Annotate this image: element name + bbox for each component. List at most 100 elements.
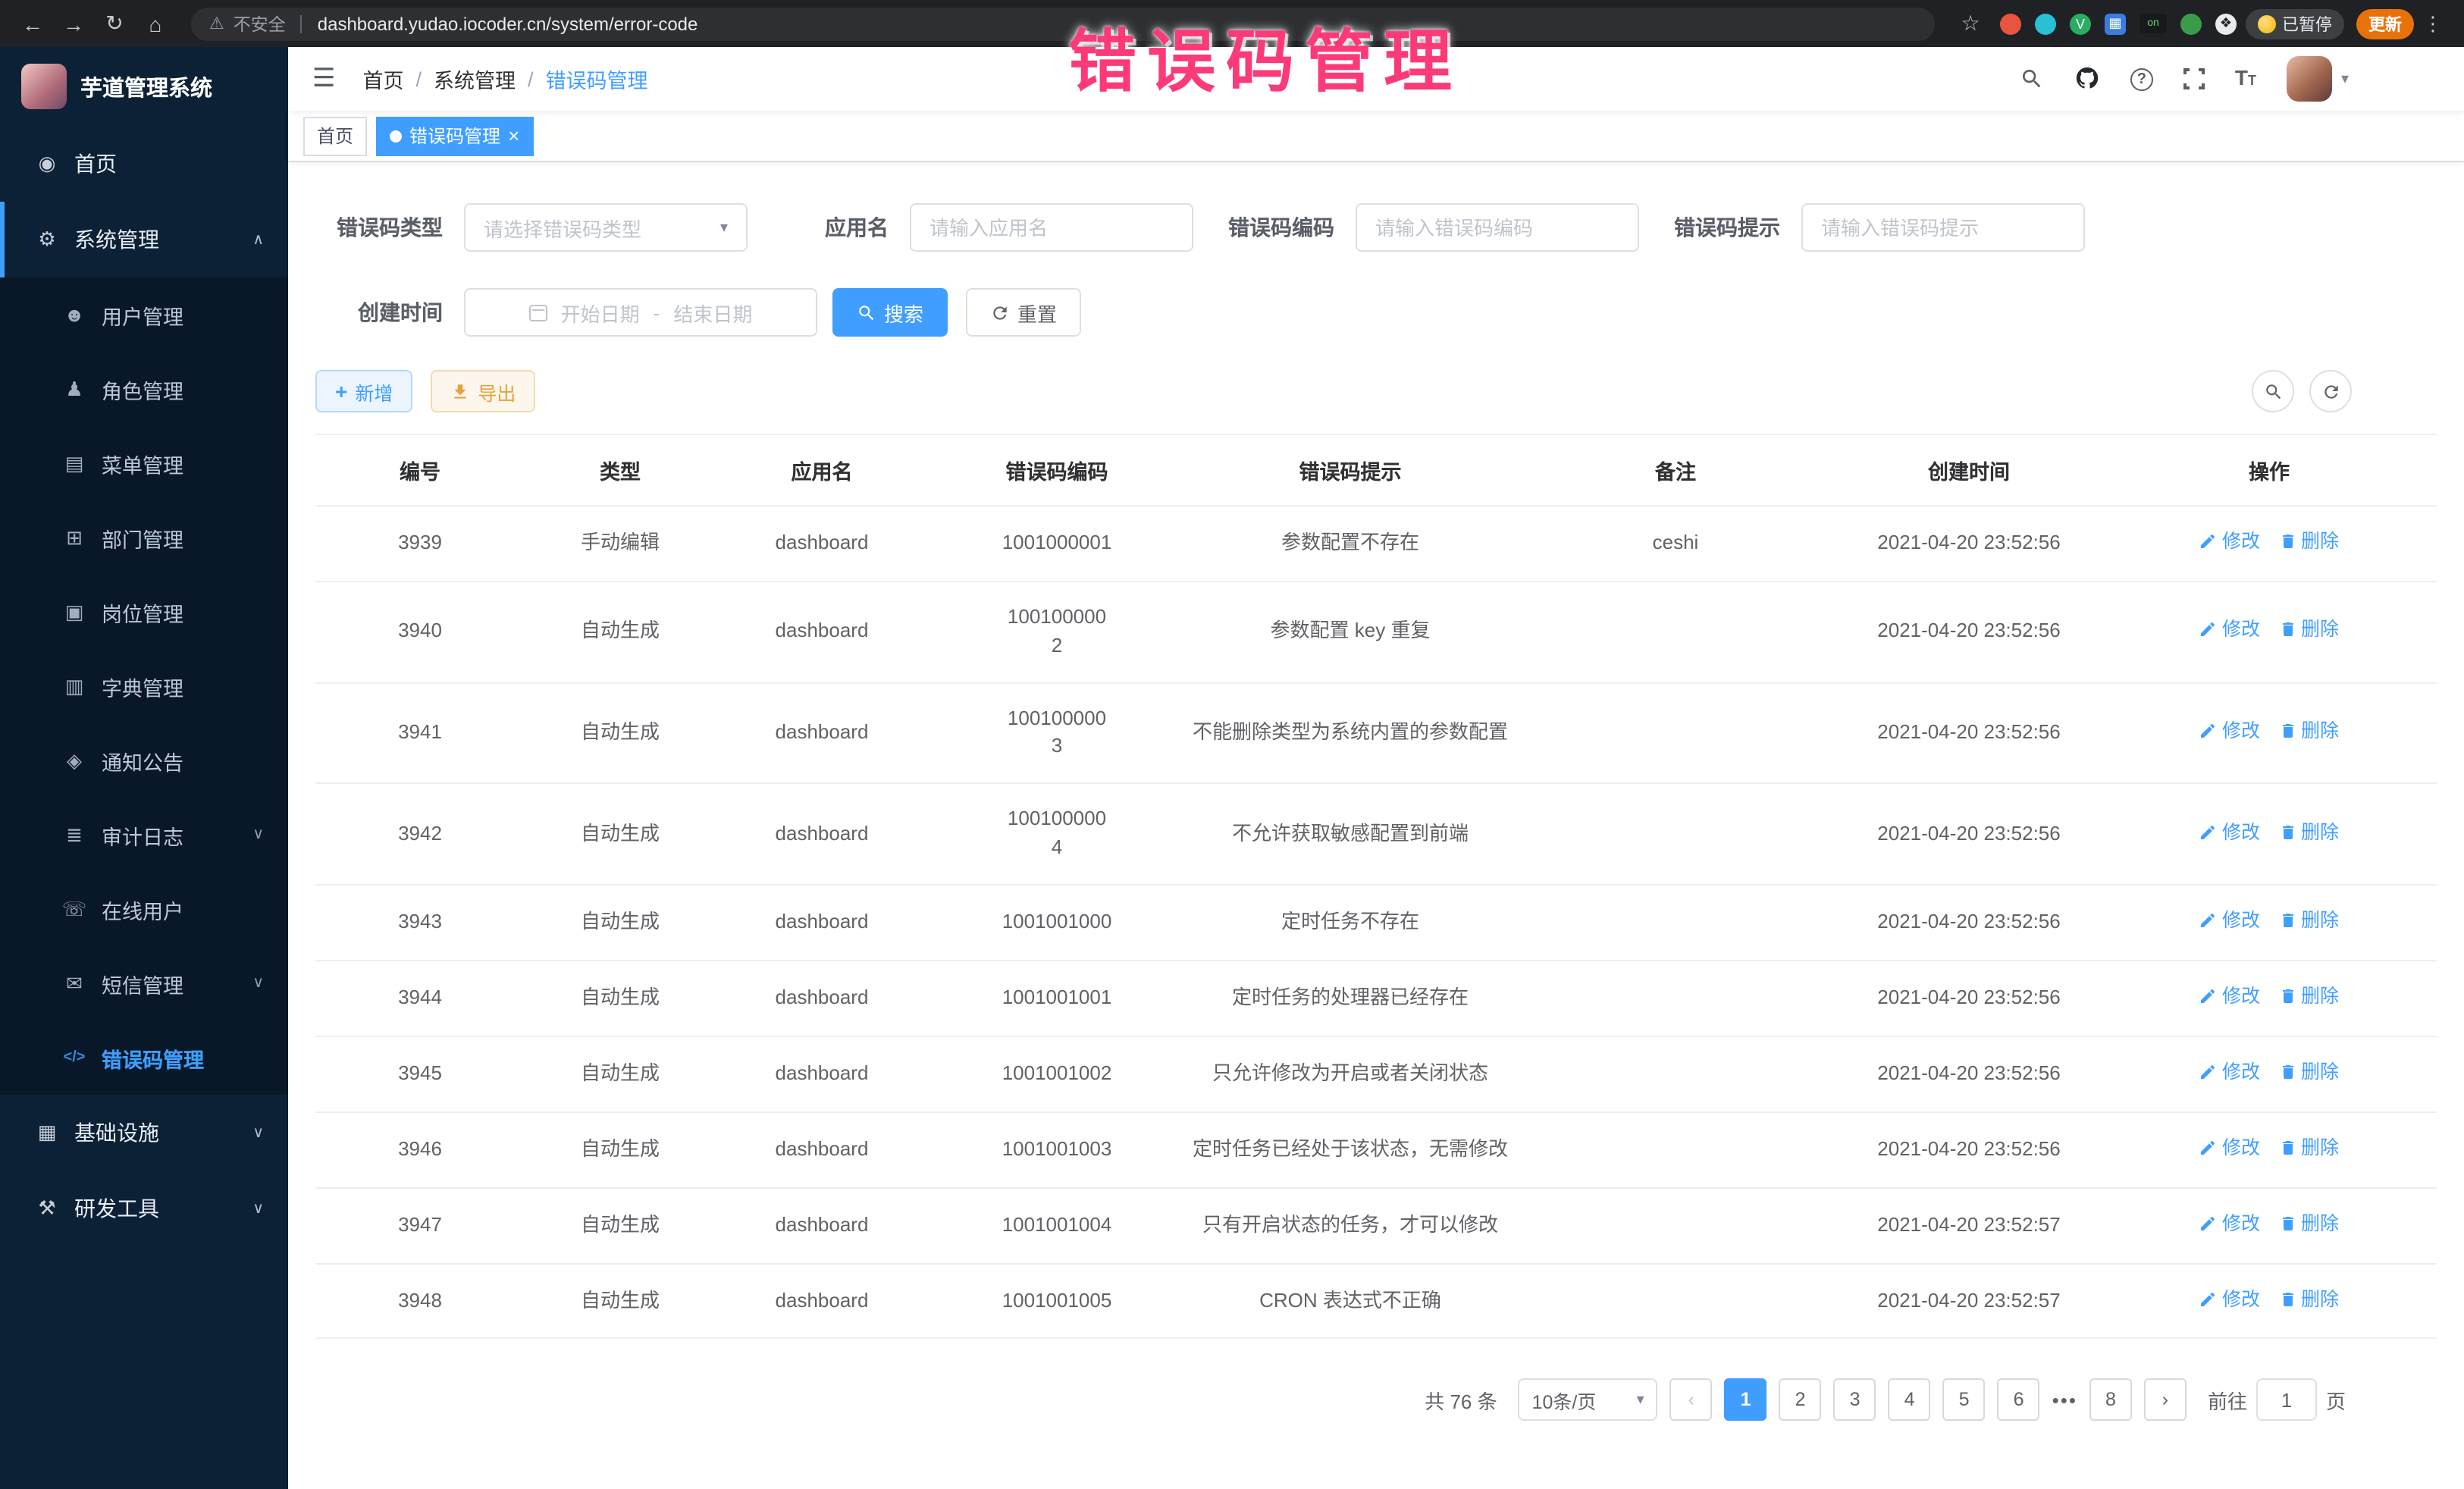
pagination-page-1[interactable]: 1 bbox=[1725, 1379, 1767, 1422]
font-size-icon[interactable]: TT bbox=[2235, 65, 2256, 92]
edit-link[interactable]: 修改 bbox=[2199, 818, 2260, 845]
edit-link[interactable]: 修改 bbox=[2199, 616, 2260, 644]
online-icon: ☏ bbox=[61, 897, 88, 921]
page-size-select[interactable]: 10条/页 ▾ bbox=[1519, 1379, 1658, 1422]
delete-link[interactable]: 删除 bbox=[2278, 616, 2339, 644]
extension-icon[interactable] bbox=[2035, 13, 2056, 34]
pagination-page-8[interactable]: 8 bbox=[2089, 1379, 2132, 1422]
delete-icon bbox=[2278, 1139, 2296, 1157]
export-button[interactable]: 导出 bbox=[431, 370, 535, 412]
sidebar-item-dev-tools[interactable]: ⚒研发工具∨ bbox=[0, 1171, 288, 1246]
extension-icon[interactable] bbox=[2000, 13, 2021, 34]
edit-link[interactable]: 修改 bbox=[2199, 1285, 2260, 1312]
add-button[interactable]: + 新增 bbox=[315, 370, 412, 412]
pagination-page-6[interactable]: 6 bbox=[1998, 1379, 2040, 1422]
extension-icon[interactable]: V bbox=[2070, 13, 2091, 34]
browser-menu-icon[interactable]: ⋮ bbox=[2414, 11, 2452, 36]
error-msg-input[interactable] bbox=[1801, 203, 2085, 252]
extension-icon[interactable]: on bbox=[2140, 14, 2167, 33]
error-type-select[interactable]: 请选择错误码类型 ▾ bbox=[464, 203, 748, 252]
pagination-page-4[interactable]: 4 bbox=[1889, 1379, 1931, 1422]
pagination-ellipsis[interactable]: ••• bbox=[2052, 1389, 2077, 1412]
date-range-picker[interactable]: 开始日期 - 结束日期 bbox=[464, 288, 817, 337]
sidebar-item-infra[interactable]: ▦基础设施∨ bbox=[0, 1095, 288, 1171]
edit-link[interactable]: 修改 bbox=[2199, 907, 2260, 934]
error-code-input[interactable] bbox=[1356, 203, 1639, 252]
pagination-page-3[interactable]: 3 bbox=[1834, 1379, 1876, 1422]
chevron-down-icon: ▾ bbox=[720, 219, 728, 236]
edit-link[interactable]: 修改 bbox=[2199, 717, 2260, 744]
tab-close-icon[interactable]: × bbox=[508, 126, 519, 146]
pagination-pages: 123456 ••• 8 bbox=[1725, 1379, 2132, 1422]
warning-icon: ⚠ bbox=[209, 14, 224, 33]
delete-link[interactable]: 删除 bbox=[2278, 528, 2339, 555]
back-icon[interactable]: ← bbox=[12, 11, 53, 36]
edit-link[interactable]: 修改 bbox=[2199, 1058, 2260, 1086]
fullscreen-icon[interactable] bbox=[2183, 68, 2205, 89]
help-icon[interactable]: ? bbox=[2130, 67, 2153, 90]
sidebar-item-error-code[interactable]: </>错误码管理 bbox=[0, 1020, 288, 1095]
cell-type: 自动生成 bbox=[525, 1187, 716, 1263]
pagination-prev-button[interactable]: ‹ bbox=[1670, 1379, 1713, 1422]
goto-page-input[interactable] bbox=[2256, 1379, 2317, 1422]
home-icon[interactable]: ⌂ bbox=[135, 11, 176, 36]
cell-id: 3945 bbox=[315, 1036, 525, 1112]
reload-icon[interactable]: ↻ bbox=[94, 11, 135, 36]
delete-link[interactable]: 删除 bbox=[2278, 1058, 2339, 1086]
refresh-table-icon[interactable] bbox=[2309, 370, 2352, 412]
post-icon: ▣ bbox=[61, 600, 88, 624]
edit-label: 修改 bbox=[2222, 717, 2260, 744]
breadcrumb-item[interactable]: 首页 bbox=[363, 64, 404, 94]
sidebar-item-dept[interactable]: ⊞部门管理 bbox=[0, 500, 288, 575]
delete-link[interactable]: 删除 bbox=[2278, 1133, 2339, 1161]
hamburger-icon[interactable]: ☰ bbox=[312, 64, 336, 94]
sidebar-item-home[interactable]: ◉首页 bbox=[0, 126, 288, 202]
pagination-page-2[interactable]: 2 bbox=[1779, 1379, 1822, 1422]
forward-icon[interactable]: → bbox=[53, 11, 94, 36]
user-avatar-menu[interactable]: ▾ bbox=[2287, 56, 2349, 102]
breadcrumb-item[interactable]: 系统管理 bbox=[434, 64, 516, 94]
cell-app: dashboard bbox=[716, 784, 928, 885]
delete-link[interactable]: 删除 bbox=[2278, 1209, 2339, 1237]
edit-link[interactable]: 修改 bbox=[2199, 1133, 2260, 1161]
search-icon[interactable] bbox=[2020, 65, 2044, 92]
profile-paused-chip[interactable]: 已暂停 bbox=[2246, 8, 2344, 39]
sidebar-item-online-user[interactable]: ☏在线用户 bbox=[0, 872, 288, 946]
extension-icon[interactable] bbox=[2180, 13, 2202, 34]
extension-icon[interactable]: ▦ bbox=[2105, 13, 2126, 34]
tab-error-code[interactable]: 错误码管理× bbox=[376, 116, 533, 155]
delete-link[interactable]: 删除 bbox=[2278, 983, 2339, 1010]
sidebar-item-menu[interactable]: ▤菜单管理 bbox=[0, 426, 288, 500]
app-name-input[interactable] bbox=[910, 203, 1193, 252]
puzzle-extensions-icon[interactable]: ❖ bbox=[2215, 13, 2237, 34]
app-logo[interactable]: 芋道管理系统 bbox=[0, 47, 288, 126]
edit-link[interactable]: 修改 bbox=[2199, 1209, 2260, 1237]
pagination-page-5[interactable]: 5 bbox=[1943, 1379, 1986, 1422]
sidebar-item-post[interactable]: ▣岗位管理 bbox=[0, 575, 288, 649]
column-header-1: 类型 bbox=[525, 434, 716, 506]
cell-msg: 不能删除类型为系统内置的参数配置 bbox=[1186, 682, 1515, 783]
tab-home[interactable]: 首页 bbox=[303, 116, 367, 155]
sidebar-item-dict[interactable]: ▥字典管理 bbox=[0, 649, 288, 723]
github-icon[interactable] bbox=[2074, 65, 2100, 92]
pagination-next-button[interactable]: › bbox=[2144, 1379, 2187, 1422]
sidebar-item-audit-log[interactable]: ≣审计日志∨ bbox=[0, 798, 288, 872]
toggle-search-icon[interactable] bbox=[2252, 370, 2294, 412]
sidebar-item-notice[interactable]: ◈通知公告 bbox=[0, 723, 288, 798]
delete-link[interactable]: 删除 bbox=[2278, 717, 2339, 744]
edit-link[interactable]: 修改 bbox=[2199, 528, 2260, 555]
address-bar[interactable]: ⚠ 不安全 dashboard.yudao.iocoder.cn/system/… bbox=[191, 7, 1935, 40]
delete-link[interactable]: 删除 bbox=[2278, 1285, 2339, 1312]
search-button[interactable]: 搜索 bbox=[832, 288, 948, 337]
delete-link[interactable]: 删除 bbox=[2278, 907, 2339, 934]
sidebar-item-system[interactable]: ⚙系统管理∧ bbox=[0, 202, 288, 277]
browser-update-button[interactable]: 更新 bbox=[2356, 8, 2414, 39]
edit-link[interactable]: 修改 bbox=[2199, 983, 2260, 1010]
sidebar-item-sms[interactable]: ✉短信管理∨ bbox=[0, 946, 288, 1020]
table-row: 3948自动生成dashboard1001001005CRON 表达式不正确20… bbox=[315, 1263, 2437, 1339]
delete-link[interactable]: 删除 bbox=[2278, 818, 2339, 845]
reset-button[interactable]: 重置 bbox=[966, 288, 1081, 337]
bookmark-star-icon[interactable]: ☆ bbox=[1950, 11, 1991, 36]
sidebar-item-user[interactable]: ☻用户管理 bbox=[0, 277, 288, 352]
sidebar-item-role[interactable]: ♟角色管理 bbox=[0, 352, 288, 426]
